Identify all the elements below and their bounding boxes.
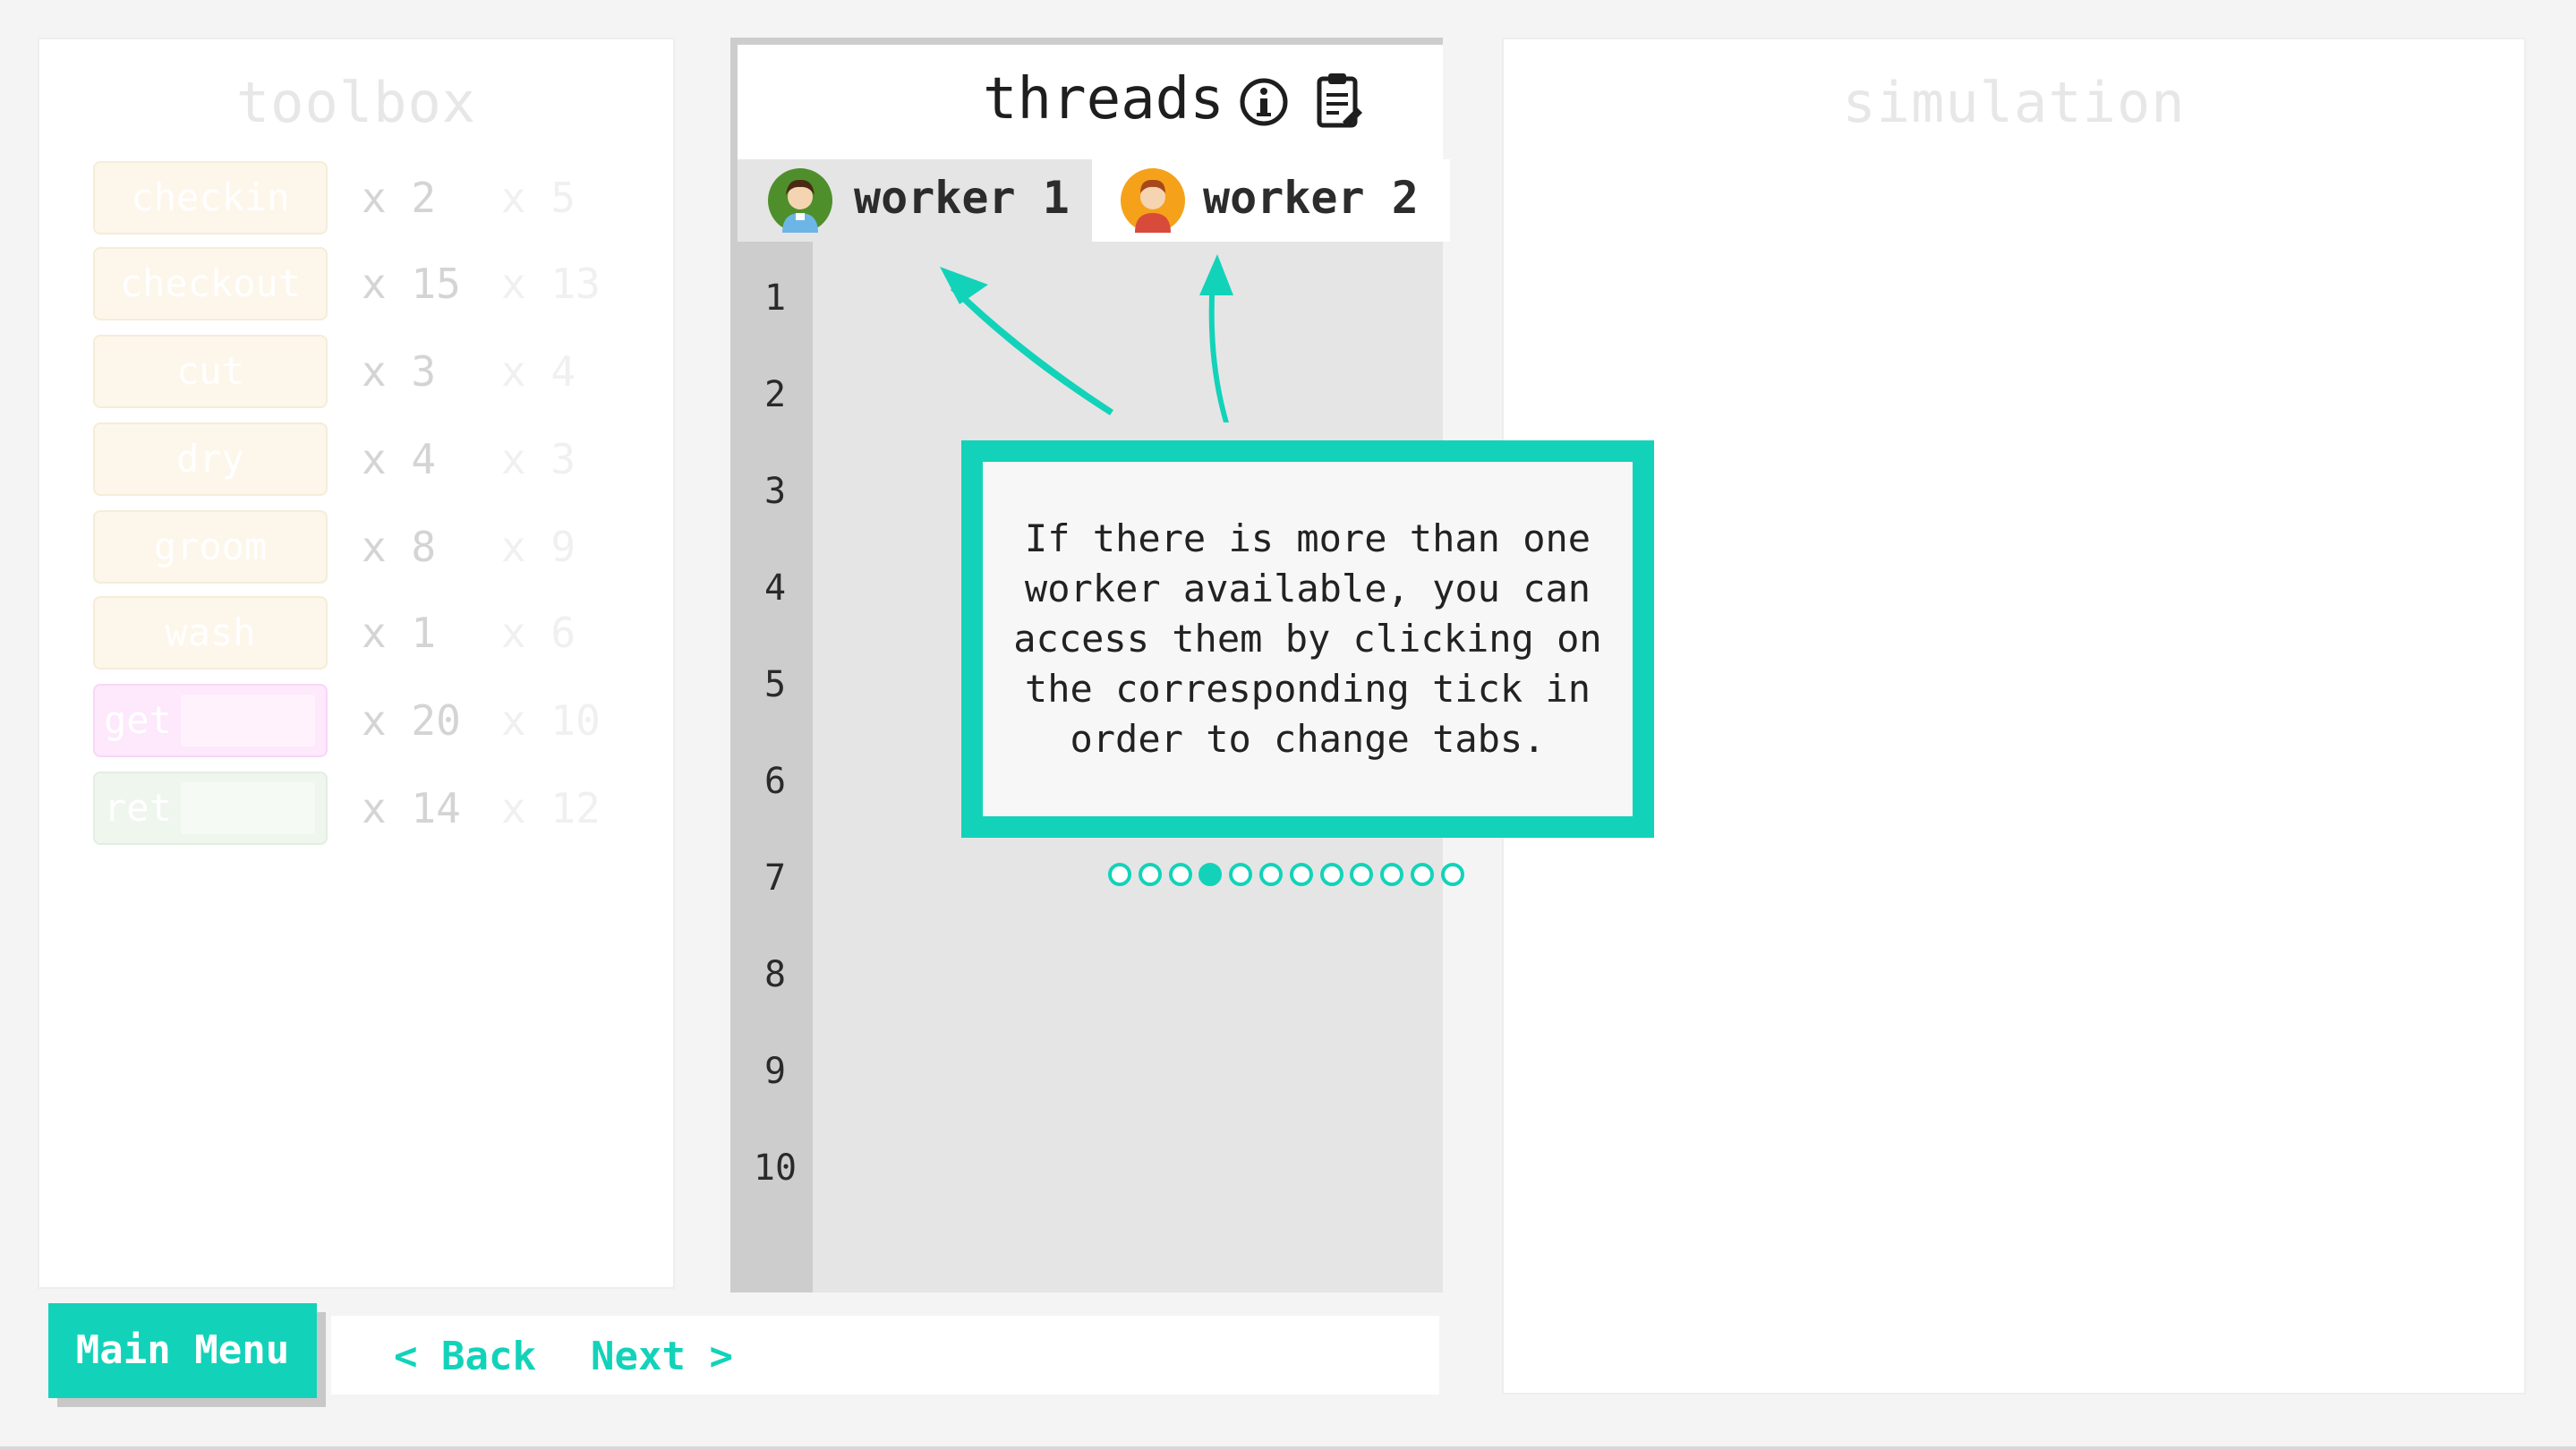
tool-ret-button[interactable]: ret [93, 772, 328, 845]
tool-label: checkin [131, 175, 290, 219]
tool-label: cut [176, 349, 244, 393]
tutorial-step-dot[interactable] [1289, 863, 1313, 886]
main-menu-button[interactable]: Main Menu [48, 1303, 317, 1398]
toolbox-panel: toolbox checkin x 2 x 5 checkout x 15 x 13 cut… [38, 38, 675, 1289]
tool-row: checkin x 2 x 5 [93, 161, 648, 236]
tab-worker-2-label: worker 2 [1203, 172, 1419, 224]
line-number: 7 [763, 857, 787, 899]
line-number: 3 [763, 471, 787, 512]
tool-label: groom [153, 525, 268, 568]
tool-checkout-button[interactable]: checkout [93, 247, 328, 320]
threads-header: threads [738, 45, 1443, 159]
tool-count: x 1 [362, 609, 437, 657]
tutorial-tip-text: If there is more than one worker availab… [1013, 516, 1602, 761]
tool-row: wash x 1 x 6 [93, 596, 648, 671]
tool-count-faded: x 6 [501, 609, 576, 657]
tool-count: x 14 [362, 784, 461, 832]
tool-groom-button[interactable]: groom [93, 510, 328, 584]
tab-worker-1[interactable]: worker 1 [738, 159, 1092, 242]
info-icon[interactable] [1239, 77, 1289, 127]
tool-count: x 2 [362, 174, 437, 222]
line-number: 10 [753, 1147, 798, 1189]
threads-title: threads [983, 66, 1224, 132]
tutorial-step-dot[interactable] [1168, 863, 1192, 886]
tool-count: x 15 [362, 260, 461, 308]
tool-label: checkout [119, 261, 302, 305]
tool-count-faded: x 13 [501, 260, 601, 308]
line-number: 4 [763, 567, 787, 609]
tutorial-step-dot[interactable] [1198, 863, 1223, 886]
toolbox-title: toolbox [235, 70, 477, 135]
tutorial-tip-box: If there is more than one worker availab… [961, 440, 1654, 838]
tool-row: dry x 4 x 3 [93, 422, 648, 498]
tool-label: ret [104, 786, 172, 830]
line-number: 8 [763, 954, 787, 995]
tutorial-step-dot[interactable] [1108, 863, 1131, 886]
tool-dry-button[interactable]: dry [93, 422, 328, 496]
tutorial-step-dot[interactable] [1440, 863, 1464, 886]
back-button[interactable]: < Back [394, 1334, 536, 1379]
tool-row: groom x 8 x 9 [93, 510, 648, 585]
tool-count-faded: x 12 [501, 784, 601, 832]
tool-count-faded: x 3 [501, 435, 576, 483]
tool-checkin-button[interactable]: checkin [93, 161, 328, 235]
worker-2-avatar-icon [1121, 168, 1185, 233]
tutorial-step-dot[interactable] [1350, 863, 1374, 886]
tool-label: dry [176, 437, 244, 481]
tool-get-button[interactable]: get [93, 684, 328, 757]
tool-count-faded: x 10 [501, 696, 601, 745]
tab-worker-2[interactable]: worker 2 [1092, 159, 1450, 242]
tool-argument-slot[interactable] [181, 782, 315, 834]
tutorial-step-dot[interactable] [1229, 863, 1253, 886]
tutorial-step-dot[interactable] [1411, 863, 1434, 886]
tab-worker-1-label: worker 1 [854, 172, 1070, 224]
line-number: 6 [763, 761, 787, 802]
simulation-title: simulation [1842, 70, 2186, 135]
tool-count-faded: x 4 [501, 347, 576, 396]
tool-row: ret x 14 x 12 [93, 772, 648, 847]
line-number: 9 [763, 1051, 787, 1092]
tutorial-step-dot[interactable] [1319, 863, 1343, 886]
tool-wash-button[interactable]: wash [93, 596, 328, 670]
tutorial-step-dot[interactable] [1138, 863, 1162, 886]
tool-count: x 3 [362, 347, 437, 396]
tool-row: get x 20 x 10 [93, 684, 648, 759]
line-number: 2 [763, 374, 787, 415]
simulation-panel: simulation [1502, 38, 2526, 1395]
tutorial-nav-bar: < Back Next > [331, 1316, 1439, 1395]
worker-1-avatar-icon [768, 168, 832, 233]
tool-argument-slot[interactable] [181, 695, 315, 746]
tool-label: get [104, 698, 172, 742]
next-button[interactable]: Next > [591, 1334, 733, 1379]
tutorial-step-dot[interactable] [1259, 863, 1283, 886]
clipboard-icon[interactable] [1316, 72, 1362, 129]
tool-row: checkout x 15 x 13 [93, 247, 648, 322]
line-number-gutter: 1 2 3 4 5 6 7 8 9 10 [738, 242, 813, 1292]
tool-count: x 8 [362, 523, 437, 571]
tool-row: cut x 3 x 4 [93, 335, 648, 410]
line-number: 5 [763, 664, 787, 705]
tool-count-faded: x 5 [501, 174, 576, 222]
tool-count: x 4 [362, 435, 437, 483]
tool-cut-button[interactable]: cut [93, 335, 328, 408]
line-number: 1 [763, 277, 787, 319]
tool-count: x 20 [362, 696, 461, 745]
tutorial-step-dot[interactable] [1380, 863, 1404, 886]
tool-count-faded: x 9 [501, 523, 576, 571]
bottom-divider [0, 1446, 2576, 1450]
tutorial-step-indicator [1108, 863, 1466, 890]
tool-label: wash [165, 610, 256, 654]
